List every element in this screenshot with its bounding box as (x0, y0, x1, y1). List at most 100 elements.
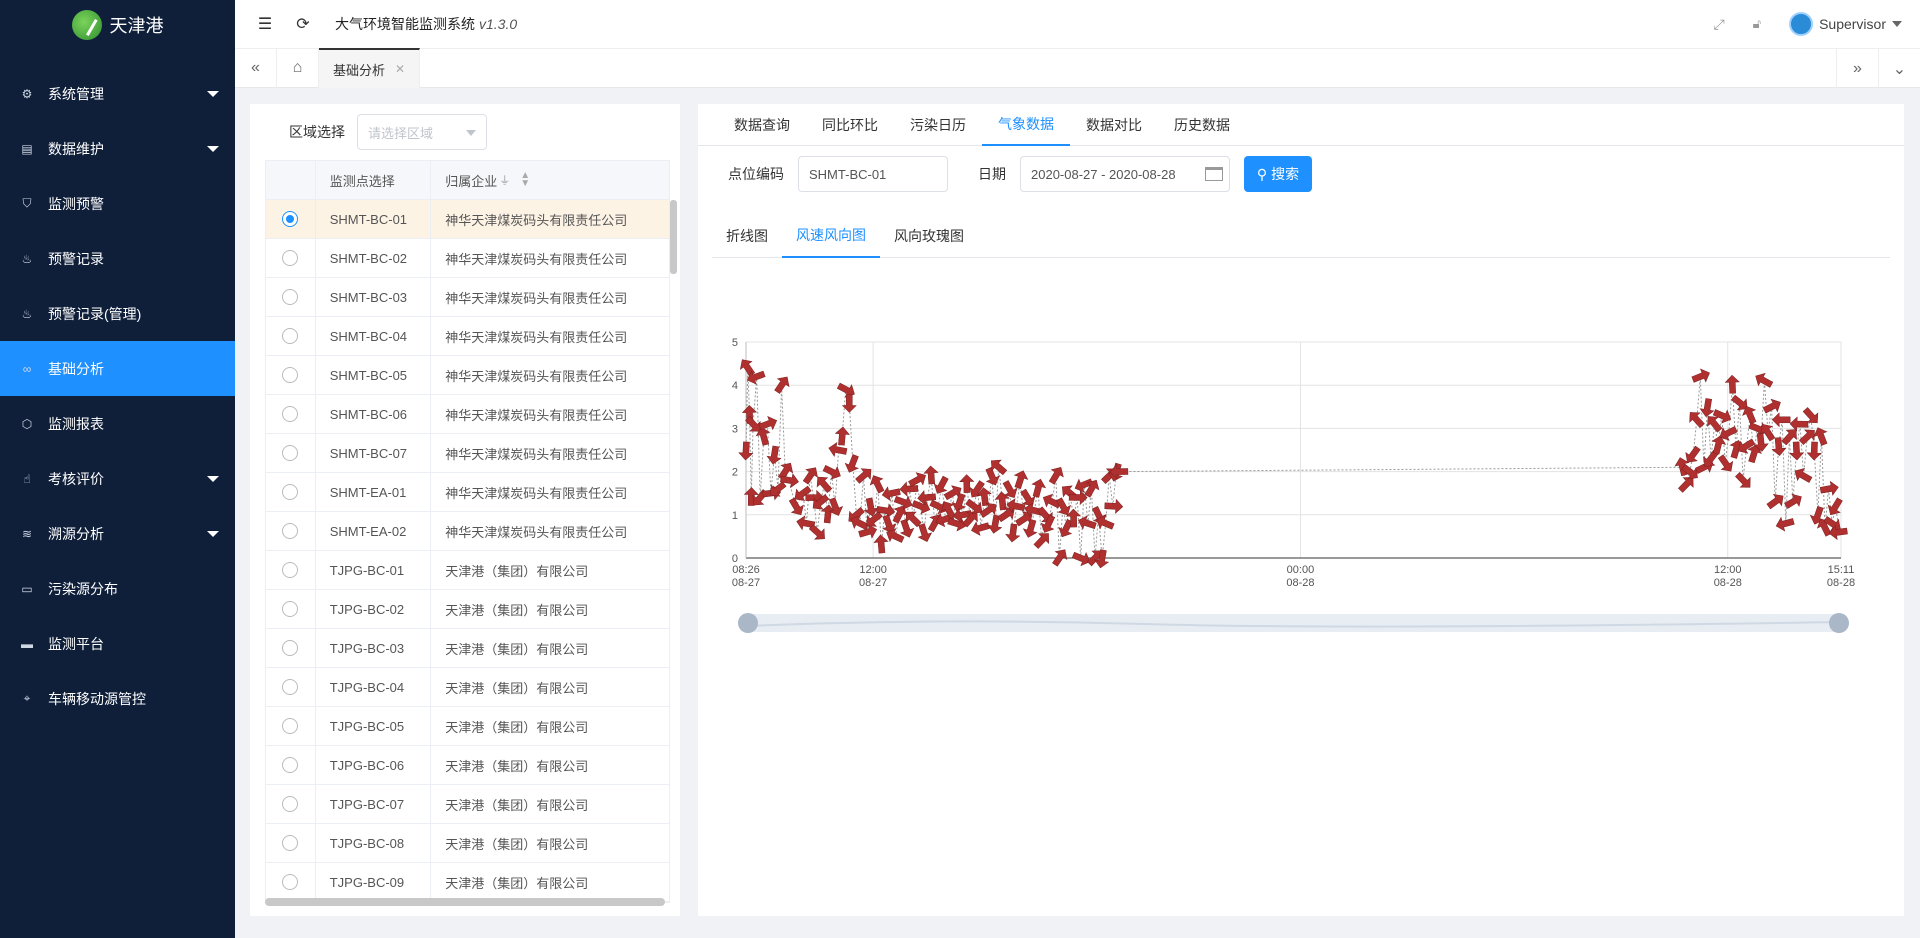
row-point-code: TJPG-BC-07 (316, 785, 432, 823)
table-row[interactable]: TJPG-BC-05 天津港（集团）有限公司 (266, 707, 669, 746)
table-row[interactable]: TJPG-BC-06 天津港（集团）有限公司 (266, 746, 669, 785)
row-company: 天津港（集团）有限公司 (445, 836, 589, 852)
analysis-tab[interactable]: 数据对比 (1070, 104, 1158, 146)
home-icon[interactable]: ⌂ (277, 48, 319, 88)
fullscreen-icon[interactable]: ⤢ (1713, 16, 1724, 33)
sidebar-item[interactable]: ♨ 预警记录 (0, 231, 235, 286)
row-radio-cell (266, 590, 316, 628)
x-tick-label: 12:00 (1714, 564, 1742, 576)
table-row[interactable]: SHMT-BC-03 神华天津煤炭码头有限责任公司 (266, 278, 669, 317)
tab-basic-analysis[interactable]: 基础分析 ✕ (319, 48, 421, 88)
wind-direction-arrow (1691, 368, 1710, 383)
point-code-input[interactable]: SHMT-BC-01 (798, 156, 948, 192)
sidebar-item[interactable]: ▭ 污染源分布 (0, 561, 235, 616)
double-left-icon[interactable]: « (235, 48, 277, 88)
row-radio-cell (266, 785, 316, 823)
sidebar-item[interactable]: ⚙ 系统管理 (0, 66, 235, 121)
logo[interactable]: 天津港 (0, 0, 235, 50)
sidebar-item[interactable]: ▤ 数据维护 (0, 121, 235, 176)
lock-icon[interactable]: 🔓︎ (1753, 16, 1761, 32)
chart-type-tab[interactable]: 风向玫瑰图 (880, 214, 978, 258)
analysis-tab[interactable]: 数据查询 (718, 104, 806, 146)
wind-direction-arrow (1794, 467, 1813, 483)
chart-type-tab[interactable]: 折线图 (712, 214, 782, 258)
close-icon[interactable]: ✕ (395, 62, 405, 76)
horizontal-scrollbar[interactable] (265, 898, 665, 906)
table-row[interactable]: SHMT-BC-02 神华天津煤炭码头有限责任公司 (266, 239, 669, 278)
analysis-tab[interactable]: 气象数据 (982, 104, 1070, 146)
user-menu[interactable]: Supervisor (1789, 12, 1902, 36)
row-radio[interactable] (282, 211, 299, 227)
row-radio[interactable] (282, 523, 299, 539)
table-row[interactable]: TJPG-BC-07 天津港（集团）有限公司 (266, 785, 669, 824)
table-row[interactable]: TJPG-BC-04 天津港（集团）有限公司 (266, 668, 669, 707)
row-radio[interactable] (282, 601, 299, 617)
search-button[interactable]: ⚲ 搜索 (1244, 156, 1312, 192)
row-radio[interactable] (282, 679, 299, 695)
refresh-icon[interactable]: ⟳ (293, 14, 313, 34)
table-row[interactable]: TJPG-BC-09 天津港（集团）有限公司 (266, 863, 669, 902)
header-radio-col (266, 161, 316, 199)
wind-direction-arrow (1031, 478, 1047, 498)
sidebar-item[interactable]: ≋ 溯源分析 (0, 506, 235, 561)
row-company: 天津港（集团）有限公司 (445, 680, 589, 696)
menu-collapse-icon[interactable]: ☰ (255, 14, 275, 34)
row-radio[interactable] (282, 328, 299, 344)
sidebar-item[interactable]: ♨ 预警记录(管理) (0, 286, 235, 341)
table-row[interactable]: SHMT-BC-06 神华天津煤炭码头有限责任公司 (266, 395, 669, 434)
wind-speed-direction-chart: 01234508:2608-2712:0008-2700:0008-2812:0… (732, 337, 1855, 633)
row-radio[interactable] (282, 874, 299, 890)
row-radio-cell (266, 278, 316, 316)
row-radio[interactable] (282, 250, 299, 266)
vertical-scrollbar[interactable] (670, 200, 677, 274)
row-radio[interactable] (282, 445, 299, 461)
table-row[interactable]: TJPG-BC-02 天津港（集团）有限公司 (266, 590, 669, 629)
sidebar-item[interactable]: ▬ 监测平台 (0, 616, 235, 671)
sidebar-item[interactable]: ⬡ 监测报表 (0, 396, 235, 451)
analysis-tab[interactable]: 污染日历 (894, 104, 982, 146)
row-radio[interactable] (282, 562, 299, 578)
table-row[interactable]: TJPG-BC-03 天津港（集团）有限公司 (266, 629, 669, 668)
table-row[interactable]: SHMT-EA-02 神华天津煤炭码头有限责任公司 (266, 512, 669, 551)
chart-type-tab[interactable]: 风速风向图 (782, 214, 880, 258)
chevron-down-icon[interactable]: ⌄ (1878, 49, 1920, 89)
sidebar-item[interactable]: ⛉ 监测预警 (0, 176, 235, 231)
calendar-icon[interactable] (1205, 167, 1223, 181)
row-radio[interactable] (282, 289, 299, 305)
sidebar-item[interactable]: ∞ 基础分析 (0, 341, 235, 396)
double-right-icon[interactable]: » (1836, 49, 1878, 89)
row-radio[interactable] (282, 796, 299, 812)
table-row[interactable]: SHMT-BC-07 神华天津煤炭码头有限责任公司 (266, 434, 669, 473)
table-row[interactable]: SHMT-BC-01 神华天津煤炭码头有限责任公司 (266, 200, 669, 239)
table-row[interactable]: SHMT-BC-05 神华天津煤炭码头有限责任公司 (266, 356, 669, 395)
row-radio[interactable] (282, 484, 299, 500)
x-tick-label: 12:00 (859, 564, 887, 576)
image-icon: ▭ (21, 581, 33, 596)
x-tick-date-label: 08-27 (732, 577, 760, 589)
filter-icon[interactable]: ⏚ (499, 172, 510, 188)
analysis-tab[interactable]: 历史数据 (1158, 104, 1246, 146)
row-radio[interactable] (282, 835, 299, 851)
sort-icon[interactable]: ▲ ▼ (520, 171, 530, 189)
row-radio[interactable] (282, 367, 299, 383)
wind-direction-arrow (1724, 374, 1740, 394)
sidebar-item-label: 监测报表 (48, 415, 104, 432)
table-row[interactable]: SHMT-EA-01 神华天津煤炭码头有限责任公司 (266, 473, 669, 512)
row-radio[interactable] (282, 757, 299, 773)
date-range-input[interactable]: 2020-08-27 - 2020-08-28 (1020, 156, 1230, 192)
sidebar-item[interactable]: ⌖ 车辆移动源管控 (0, 671, 235, 726)
row-radio[interactable] (282, 718, 299, 734)
row-radio-cell (266, 434, 316, 472)
wind-direction-arrow (1052, 549, 1068, 567)
row-company: 神华天津煤炭码头有限责任公司 (445, 368, 628, 384)
table-row[interactable]: TJPG-BC-08 天津港（集团）有限公司 (266, 824, 669, 863)
row-company: 天津港（集团）有限公司 (445, 641, 589, 657)
analysis-tab[interactable]: 同比环比 (806, 104, 894, 146)
row-radio[interactable] (282, 640, 299, 656)
sidebar-item[interactable]: ☝ 考核评价 (0, 451, 235, 506)
row-company: 神华天津煤炭码头有限责任公司 (445, 251, 628, 267)
table-row[interactable]: TJPG-BC-01 天津港（集团）有限公司 (266, 551, 669, 590)
region-select[interactable]: 请选择区域 (357, 114, 487, 150)
row-radio[interactable] (282, 406, 299, 422)
table-row[interactable]: SHMT-BC-04 神华天津煤炭码头有限责任公司 (266, 317, 669, 356)
